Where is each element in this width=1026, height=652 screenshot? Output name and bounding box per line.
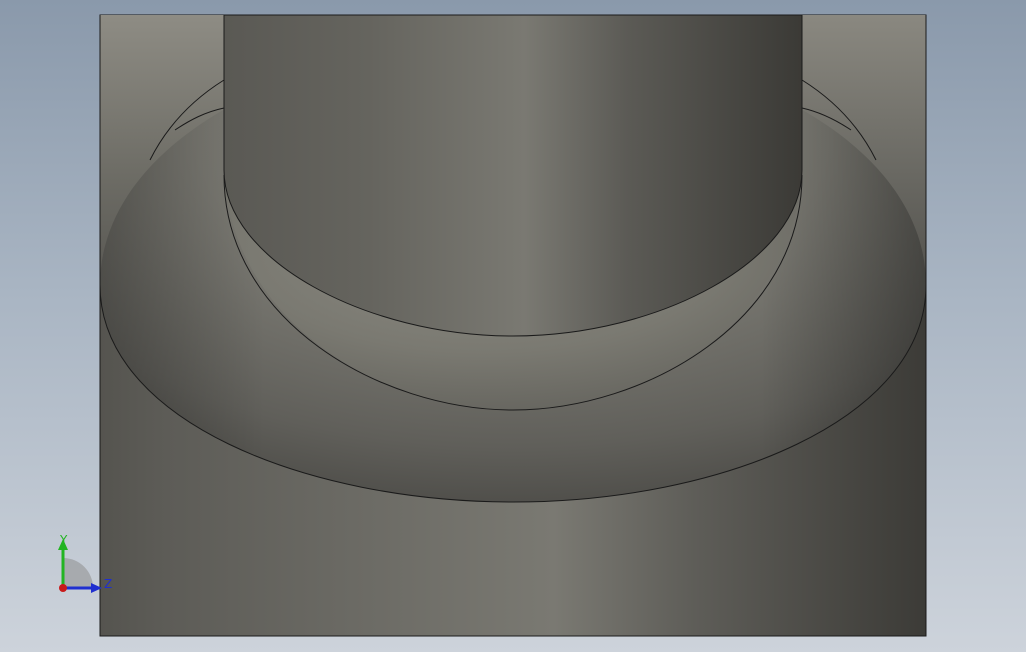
z-axis-label: Z: [104, 577, 112, 591]
z-axis-arrowhead: [91, 583, 102, 593]
orientation-triad[interactable]: Y Z: [50, 530, 120, 600]
x-axis-dot: [59, 584, 67, 592]
triad-quarter-disc: [63, 558, 93, 588]
y-axis-label: Y: [59, 533, 68, 547]
model-viewport[interactable]: [0, 0, 1026, 652]
